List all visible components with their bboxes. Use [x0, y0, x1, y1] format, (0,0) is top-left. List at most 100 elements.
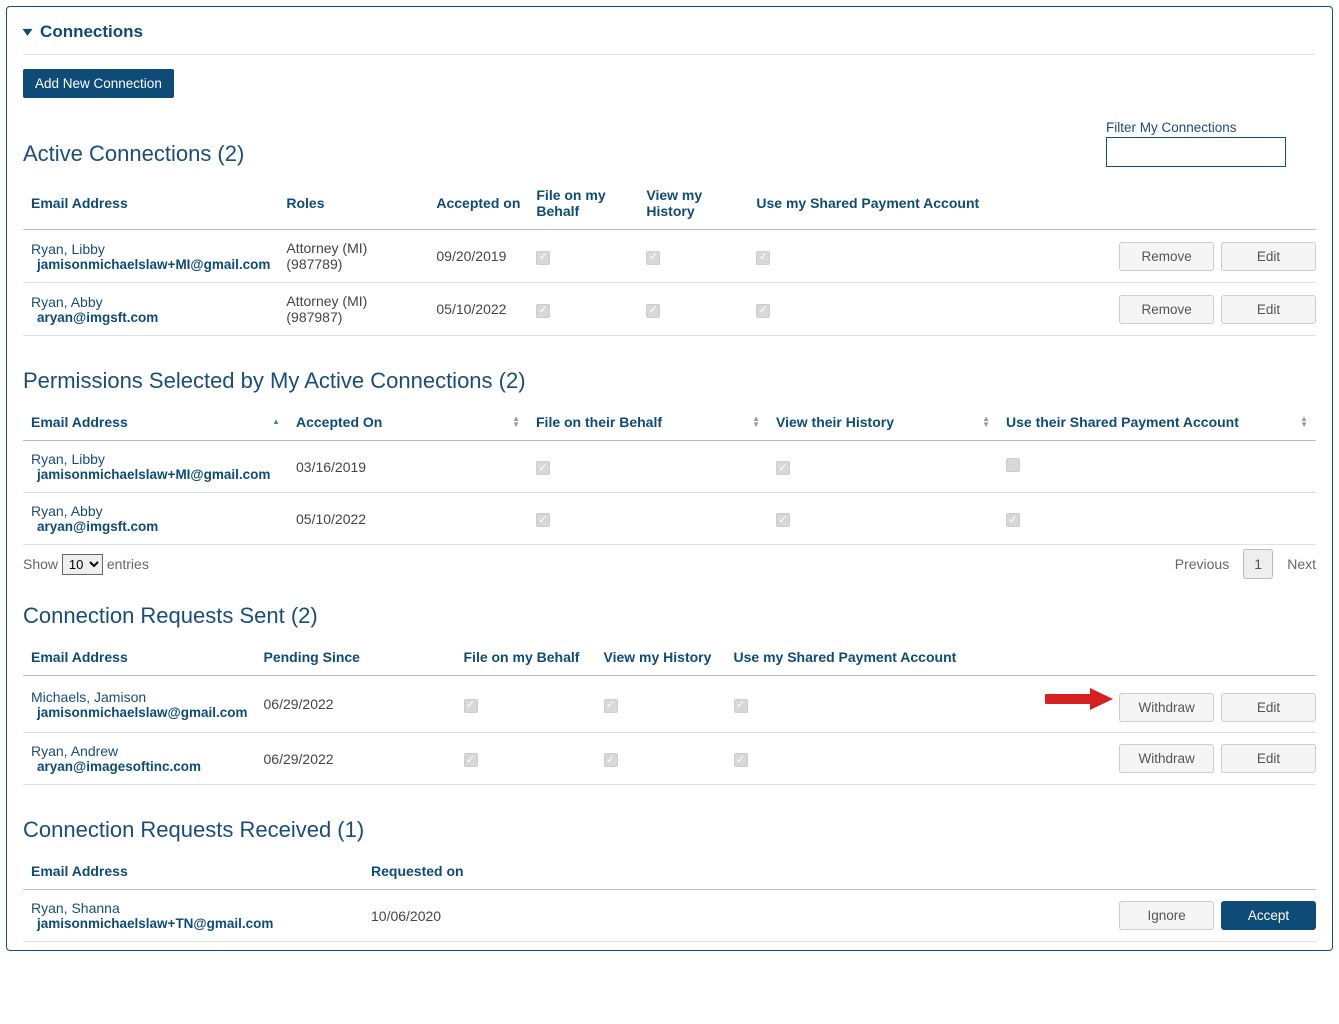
checkbox-icon: ✓: [464, 699, 478, 713]
column-header[interactable]: File on their Behalf ▲▼: [528, 404, 768, 441]
accepted-cell: 03/16/2019: [288, 441, 528, 493]
column-header[interactable]: Email Address ▲: [23, 404, 288, 441]
column-header[interactable]: Accepted on: [428, 177, 528, 230]
requests-sent-title: Connection Requests Sent (2): [23, 603, 1316, 629]
edit-button[interactable]: Edit: [1221, 295, 1316, 324]
sort-icon: ▲▼: [1300, 416, 1308, 428]
next-page[interactable]: Next: [1287, 556, 1316, 572]
table-row: Ryan, Andrew aryan@imagesoftinc.com 06/2…: [23, 733, 1316, 785]
checkbox-icon: ✓: [756, 304, 770, 318]
column-header[interactable]: Accepted On ▲▼: [288, 404, 528, 441]
column-header: [1016, 639, 1316, 676]
edit-button[interactable]: Edit: [1221, 744, 1316, 773]
role-cell: Attorney (MI) (987987): [278, 283, 428, 336]
checkbox-icon: ✓: [464, 753, 478, 767]
person-email: aryan@imgsft.com: [31, 519, 280, 534]
table-row: Ryan, Abby aryan@imgsft.com 05/10/2022 ✓…: [23, 493, 1316, 545]
remove-button[interactable]: Remove: [1119, 242, 1214, 271]
person-email: jamisonmichaelslaw+MI@gmail.com: [31, 467, 280, 482]
sort-icon: ▲: [272, 419, 280, 425]
active-connections-table: Email Address Roles Accepted on File on …: [23, 177, 1316, 336]
column-header[interactable]: Email Address: [23, 177, 278, 230]
permissions-pager: Show 10 entries Previous 1 Next: [23, 549, 1316, 579]
connections-panel: ▾ Connections Add New Connection Active …: [6, 6, 1333, 951]
table-row: Ryan, Abby aryan@imgsft.com Attorney (MI…: [23, 283, 1316, 336]
withdraw-button[interactable]: Withdraw: [1119, 744, 1214, 773]
requests-sent-table: Email Address Pending Since File on my B…: [23, 639, 1316, 785]
accepted-cell: 05/10/2022: [428, 283, 528, 336]
requests-received-table: Email Address Requested on Ryan, Shanna …: [23, 853, 1316, 942]
checkbox-icon: ✓: [1006, 513, 1020, 527]
pending-cell: 06/29/2022: [256, 733, 456, 785]
entries-label: entries: [107, 556, 149, 572]
requested-cell: 10/06/2020: [363, 890, 1106, 942]
checkbox-icon: ✓: [536, 251, 550, 265]
edit-button[interactable]: Edit: [1221, 693, 1316, 722]
sort-icon: ▲▼: [982, 416, 990, 428]
checkbox-icon: ✓: [776, 461, 790, 475]
column-header[interactable]: Email Address: [23, 639, 256, 676]
person-email: jamisonmichaelslaw+TN@gmail.com: [31, 916, 355, 931]
column-header[interactable]: File on my Behalf: [528, 177, 638, 230]
ignore-button[interactable]: Ignore: [1119, 901, 1214, 930]
checkbox-icon: [1006, 458, 1020, 472]
column-header[interactable]: Use my Shared Payment Account: [726, 639, 1017, 676]
person-name: Ryan, Libby: [31, 241, 270, 257]
column-header[interactable]: View their History ▲▼: [768, 404, 998, 441]
chevron-down-icon: ▾: [23, 24, 32, 39]
table-row: Ryan, Libby jamisonmichaelslaw+MI@gmail.…: [23, 441, 1316, 493]
column-header: [1106, 853, 1316, 890]
checkbox-icon: ✓: [604, 753, 618, 767]
filter-connections-input[interactable]: [1106, 137, 1286, 167]
person-email: aryan@imgsft.com: [31, 310, 270, 325]
column-header[interactable]: Use their Shared Payment Account ▲▼: [998, 404, 1316, 441]
page-number[interactable]: 1: [1243, 549, 1273, 579]
previous-page[interactable]: Previous: [1175, 556, 1229, 572]
pending-cell: 06/29/2022: [256, 676, 456, 733]
add-new-connection-button[interactable]: Add New Connection: [23, 69, 174, 98]
column-header[interactable]: Pending Since: [256, 639, 456, 676]
person-name: Ryan, Abby: [31, 294, 270, 310]
column-header[interactable]: View my History: [596, 639, 726, 676]
checkbox-icon: ✓: [536, 304, 550, 318]
table-row: Ryan, Shanna jamisonmichaelslaw+TN@gmail…: [23, 890, 1316, 942]
checkbox-icon: ✓: [756, 251, 770, 265]
role-cell: Attorney (MI) (987789): [278, 230, 428, 283]
table-row: Ryan, Libby jamisonmichaelslaw+MI@gmail.…: [23, 230, 1316, 283]
column-header[interactable]: View my History: [638, 177, 748, 230]
person-name: Michaels, Jamison: [31, 689, 248, 705]
withdraw-button[interactable]: Withdraw: [1119, 693, 1214, 722]
sort-icon: ▲▼: [512, 416, 520, 428]
edit-button[interactable]: Edit: [1221, 242, 1316, 271]
filter-label: Filter My Connections: [1106, 120, 1286, 135]
person-name: Ryan, Abby: [31, 503, 280, 519]
accept-button[interactable]: Accept: [1221, 901, 1316, 930]
checkbox-icon: ✓: [646, 304, 660, 318]
column-header[interactable]: Roles: [278, 177, 428, 230]
accepted-cell: 09/20/2019: [428, 230, 528, 283]
checkbox-icon: ✓: [776, 513, 790, 527]
checkbox-icon: ✓: [604, 699, 618, 713]
column-header[interactable]: Use my Shared Payment Account: [748, 177, 1106, 230]
column-header[interactable]: Email Address: [23, 853, 363, 890]
remove-button[interactable]: Remove: [1119, 295, 1214, 324]
column-header[interactable]: File on my Behalf: [456, 639, 596, 676]
panel-header[interactable]: ▾ Connections: [23, 21, 1316, 55]
entries-select[interactable]: 10: [62, 554, 103, 575]
sort-icon: ▲▼: [752, 416, 760, 428]
show-label: Show: [23, 556, 58, 572]
permissions-title: Permissions Selected by My Active Connec…: [23, 368, 1316, 394]
column-header[interactable]: Requested on: [363, 853, 1106, 890]
person-email: jamisonmichaelslaw@gmail.com: [31, 705, 248, 720]
checkbox-icon: ✓: [734, 753, 748, 767]
active-connections-title: Active Connections (2): [23, 141, 244, 167]
checkbox-icon: ✓: [536, 513, 550, 527]
checkbox-icon: ✓: [646, 251, 660, 265]
permissions-table: Email Address ▲ Accepted On ▲▼ File on t…: [23, 404, 1316, 545]
checkbox-icon: ✓: [536, 461, 550, 475]
checkbox-icon: ✓: [734, 699, 748, 713]
accepted-cell: 05/10/2022: [288, 493, 528, 545]
person-name: Ryan, Andrew: [31, 743, 248, 759]
table-row: Michaels, Jamison jamisonmichaelslaw@gma…: [23, 676, 1316, 733]
person-email: aryan@imagesoftinc.com: [31, 759, 248, 774]
